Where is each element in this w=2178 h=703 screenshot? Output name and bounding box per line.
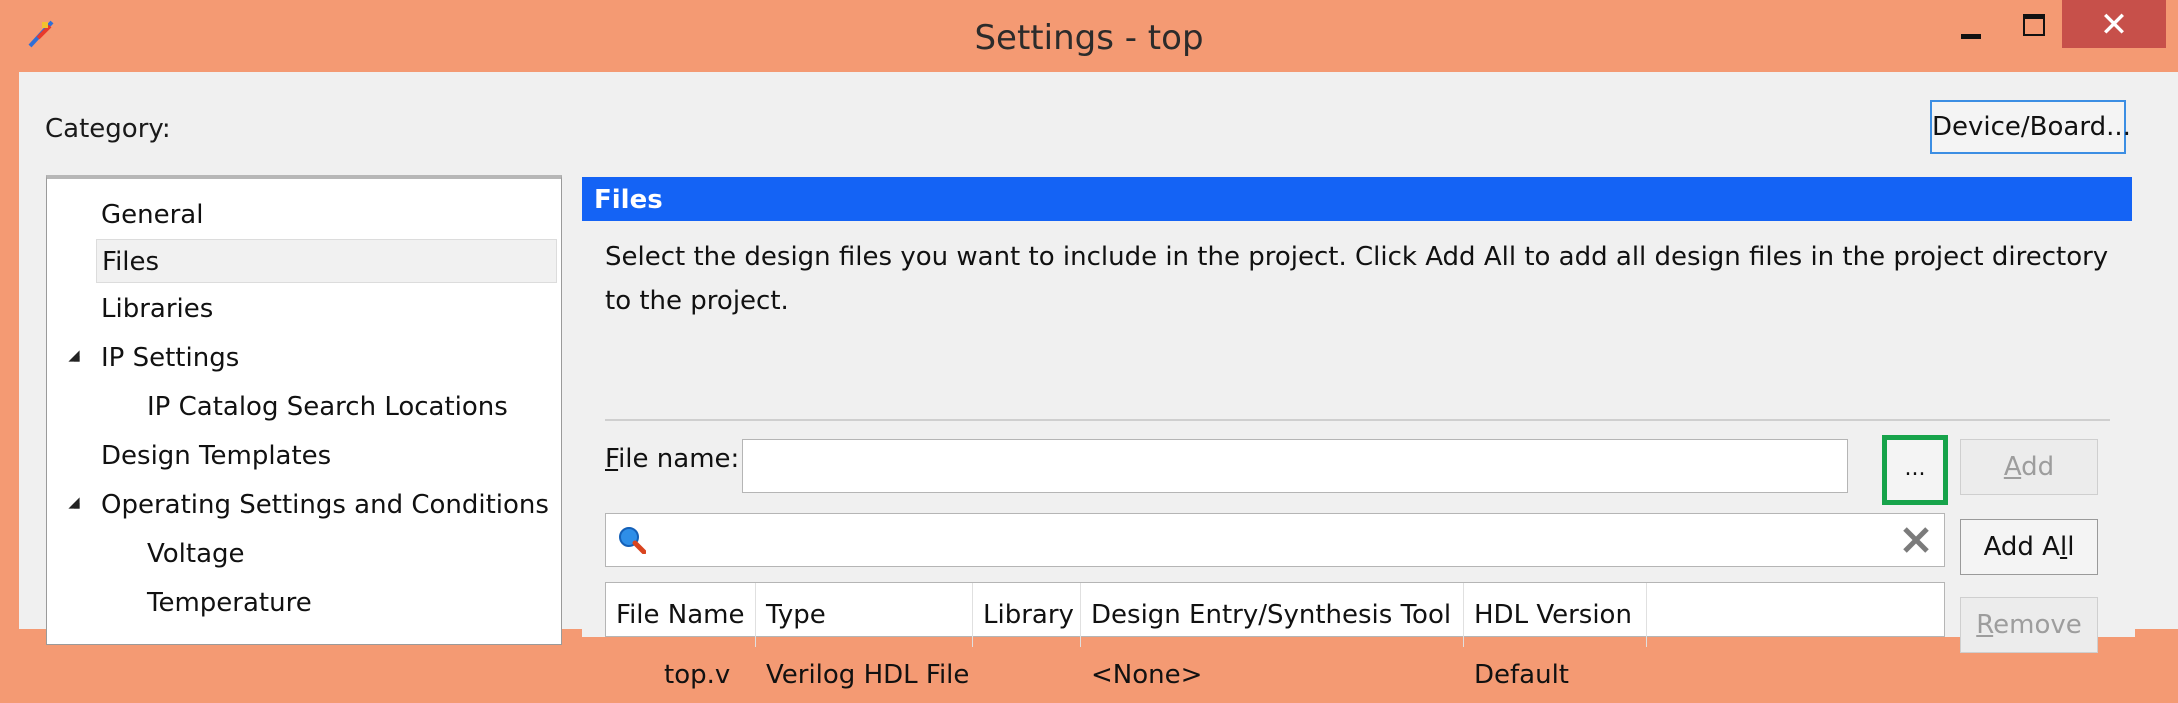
divider xyxy=(605,419,2110,421)
add-all-button-text: Add A xyxy=(1983,532,2060,562)
table-cell-type[interactable]: Verilog HDL File xyxy=(756,647,969,703)
tree-item-operating-settings[interactable]: Operating Settings and Conditions xyxy=(101,483,549,527)
window-title: Settings - top xyxy=(974,18,1204,58)
close-button[interactable]: ✕ xyxy=(2062,0,2166,48)
tree-item-general[interactable]: General xyxy=(101,193,203,237)
expand-triangle-icon[interactable] xyxy=(68,350,80,362)
tree-item-libraries[interactable]: Libraries xyxy=(101,287,213,331)
category-label: Category: xyxy=(45,114,171,144)
add-all-button-text-end: l xyxy=(2067,532,2075,562)
column-header-type[interactable]: Type xyxy=(756,583,973,647)
tree-item-temperature[interactable]: Temperature xyxy=(147,581,312,625)
category-tree: General Files Libraries IP Settings IP C… xyxy=(46,175,562,645)
device-board-button[interactable]: Device/Board... xyxy=(1930,100,2131,154)
table-cell-tool[interactable]: <None> xyxy=(1081,647,1202,703)
column-header-design-entry-tool[interactable]: Design Entry/Synthesis Tool xyxy=(1081,583,1464,647)
files-settings-panel: Files Select the design files you want t… xyxy=(582,177,2135,690)
file-name-label: File name: xyxy=(605,437,739,481)
table-cell-hdl-version[interactable]: Default xyxy=(1464,647,1569,703)
remove-button-text: emove xyxy=(1993,610,2082,640)
close-icon: ✕ xyxy=(2099,5,2129,45)
remove-button[interactable]: Remove xyxy=(1960,597,2098,653)
add-button-mnemonic: A xyxy=(2003,452,2022,482)
tree-item-voltage[interactable]: Voltage xyxy=(147,532,245,576)
search-input[interactable] xyxy=(660,518,1864,564)
files-panel-header: Files xyxy=(582,177,2132,221)
tree-item-files[interactable]: Files xyxy=(96,239,557,283)
tree-item-design-templates[interactable]: Design Templates xyxy=(101,434,331,478)
maximize-button[interactable] xyxy=(2006,0,2062,48)
add-button[interactable]: Add xyxy=(1960,439,2098,495)
remove-button-mnemonic: R xyxy=(1976,610,1994,640)
files-description: Select the design files you want to incl… xyxy=(605,242,2109,316)
column-header-library[interactable]: Library xyxy=(973,583,1081,647)
add-button-text: dd xyxy=(2021,452,2055,482)
file-name-input[interactable] xyxy=(742,439,1848,493)
table-cell-library[interactable] xyxy=(973,647,983,703)
clear-icon[interactable] xyxy=(1900,524,1932,556)
expand-triangle-icon[interactable] xyxy=(68,497,80,509)
search-icon xyxy=(619,527,646,554)
file-name-label-mnemonic: F xyxy=(605,444,619,474)
table-cell-file-name[interactable]: top.v xyxy=(654,647,730,703)
tree-item-ip-settings[interactable]: IP Settings xyxy=(101,336,239,380)
filter-search-box[interactable] xyxy=(605,513,1945,567)
title-bar: Settings - top ✕ xyxy=(0,0,2178,72)
add-all-button[interactable]: Add All xyxy=(1960,519,2098,575)
minimize-button[interactable] xyxy=(1940,0,2006,48)
browse-button[interactable]: ... xyxy=(1882,435,1948,505)
column-header-hdl-version[interactable]: HDL Version xyxy=(1464,583,1647,647)
file-name-label-text: ile name: xyxy=(618,444,740,474)
dialog-client-area: Category: Device/Board... General Files … xyxy=(19,72,2178,690)
column-header-file-name[interactable]: File Name xyxy=(606,583,756,647)
tree-item-ip-catalog-search-locations[interactable]: IP Catalog Search Locations xyxy=(147,385,508,429)
